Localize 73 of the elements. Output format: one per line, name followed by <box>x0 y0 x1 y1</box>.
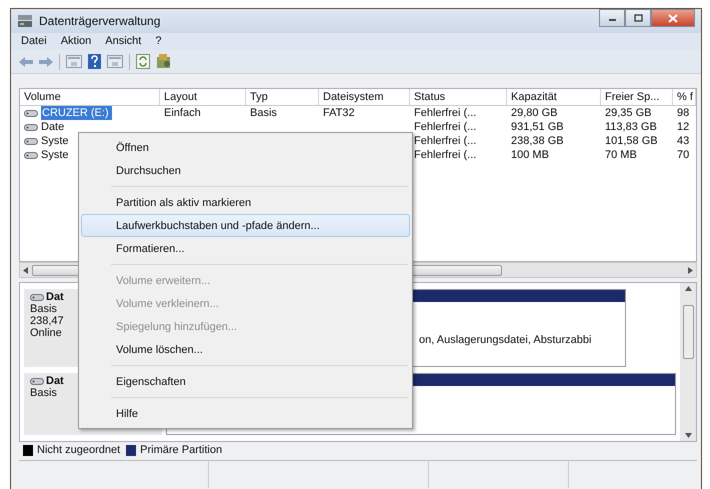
table-cell-text: Einfach <box>163 106 202 120</box>
table-cell[interactable]: Syste <box>41 134 69 148</box>
table-cell-text: 70 <box>676 148 690 162</box>
table-cell[interactable]: Syste <box>41 148 69 162</box>
table-cell-text: Basis <box>249 106 278 120</box>
table-cell-text: Fehlerfrei (... <box>413 106 478 120</box>
column-header[interactable]: Freier Sp... <box>601 89 673 105</box>
menu-item[interactable]: Formatieren... <box>81 237 410 260</box>
column-header[interactable]: Layout <box>160 89 246 105</box>
disk-name: Dat <box>46 291 64 303</box>
help-icon[interactable] <box>88 54 101 69</box>
window-title: Datenträgerverwaltung <box>39 13 162 30</box>
table-cell-text: 113,83 GB <box>604 120 658 134</box>
table-cell-text: 100 MB <box>510 148 550 162</box>
refresh-icon[interactable] <box>136 54 150 69</box>
table-cell-text: Fehlerfrei (... <box>413 148 478 162</box>
table-cell-text: 101,58 GB <box>604 134 659 148</box>
drive-icon <box>24 122 38 132</box>
menu-item[interactable]: Ansicht <box>105 33 142 50</box>
column-header[interactable]: Dateisystem <box>319 89 410 105</box>
disk-info: 238,47 <box>30 315 64 327</box>
table-cell-text: 931,51 GB <box>510 120 565 134</box>
table-cell-text: 29,80 GB <box>510 106 558 120</box>
drive-icon <box>24 150 38 160</box>
scroll-down-icon[interactable] <box>684 433 692 438</box>
partition-info: on, Auslagerungsdatei, Absturzabbi <box>419 333 592 348</box>
disk-info: Online <box>30 327 62 339</box>
scroll-left-icon[interactable] <box>23 266 28 274</box>
drive-icon <box>30 376 44 386</box>
close-button[interactable] <box>651 9 695 27</box>
menu-item[interactable]: Eigenschaften <box>81 370 410 393</box>
table-cell-text: 98 <box>676 106 690 120</box>
scroll-up-icon[interactable] <box>684 286 692 291</box>
maximize-button[interactable] <box>625 9 651 27</box>
column-header[interactable]: Typ <box>246 89 319 105</box>
column-header[interactable]: Status <box>410 89 507 105</box>
menu-item[interactable]: Öffnen <box>81 136 410 159</box>
column-header[interactable]: Volume <box>20 89 160 105</box>
app-icon <box>17 14 33 28</box>
minimize-button[interactable] <box>599 9 625 27</box>
scrollbar-thumb[interactable] <box>682 305 694 359</box>
table-cell[interactable]: Date <box>41 120 64 134</box>
table-cell-text: 70 MB <box>604 148 638 162</box>
maximize-icon <box>634 14 642 22</box>
drive-icon <box>24 108 38 118</box>
menu-item[interactable]: Laufwerkbuchstaben und -pfade ändern... <box>81 214 410 237</box>
menu-item[interactable]: Aktion <box>60 33 92 50</box>
drive-icon <box>24 136 38 146</box>
table-cell-text: 29,35 GB <box>604 106 652 120</box>
close-icon <box>668 14 678 22</box>
disk-info: Basis <box>30 303 57 315</box>
disk-name: Dat <box>46 375 64 387</box>
table-cell[interactable]: CRUZER (E:) <box>41 106 112 120</box>
table-cell-text: 12 <box>676 120 690 134</box>
menu-item[interactable]: Hilfe <box>81 402 410 425</box>
legend-label: Nicht zugeordnet <box>37 442 120 458</box>
table-cell-text: FAT32 <box>322 106 356 120</box>
menu-item[interactable]: Partition als aktiv markieren <box>81 191 410 214</box>
menu-item[interactable]: Datei <box>21 33 47 50</box>
legend-label: Primäre Partition <box>140 442 222 458</box>
disk-info: Basis <box>30 387 57 399</box>
menu-item[interactable]: ? <box>155 33 162 50</box>
drive-icon <box>30 292 44 302</box>
scroll-right-icon[interactable] <box>688 266 693 274</box>
menu-item[interactable]: Volume löschen... <box>81 338 410 361</box>
table-cell-text: 238,38 GB <box>510 134 565 148</box>
properties-icon[interactable] <box>156 54 172 69</box>
column-header[interactable]: % f <box>673 89 696 105</box>
table-cell-text: 43 <box>676 134 690 148</box>
menu-item[interactable]: Durchsuchen <box>81 159 410 182</box>
table-cell-text: Fehlerfrei (... <box>413 120 478 134</box>
table-cell-text: Fehlerfrei (... <box>413 134 478 148</box>
column-header[interactable]: Kapazität <box>507 89 601 105</box>
